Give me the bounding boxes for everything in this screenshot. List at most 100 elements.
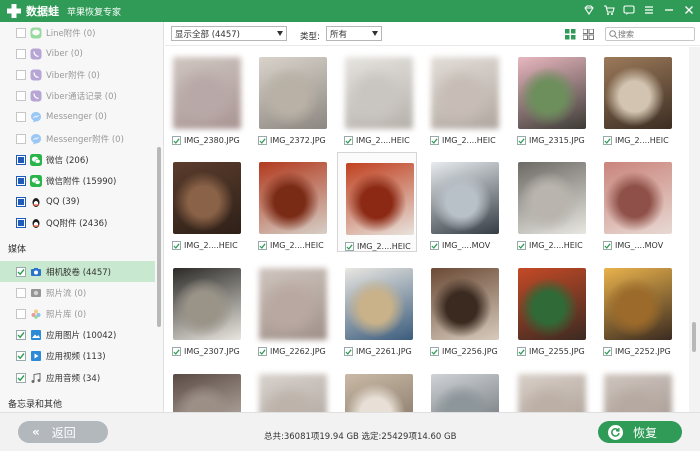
cart-icon[interactable]: [602, 3, 616, 17]
grid-scroll-track[interactable]: [689, 47, 700, 412]
photo-checkbox[interactable]: [345, 242, 354, 251]
sidebar-media-item-2[interactable]: 照片库 (0): [0, 303, 155, 324]
photo-thumbnail[interactable]: [431, 268, 499, 340]
photo-thumbnail[interactable]: [173, 57, 241, 129]
diamond-icon[interactable]: [582, 3, 596, 17]
photo-card[interactable]: [510, 364, 590, 412]
show-filter-dropdown[interactable]: 显示全部 (4457): [171, 26, 287, 41]
sidebar-checkbox[interactable]: [16, 330, 26, 341]
photo-thumbnail[interactable]: [518, 162, 586, 234]
sidebar-checkbox[interactable]: [16, 69, 26, 80]
photo-thumbnail[interactable]: [431, 374, 499, 412]
photo-thumbnail[interactable]: [518, 268, 586, 340]
photo-checkbox[interactable]: [172, 241, 181, 250]
photo-thumbnail[interactable]: [604, 268, 672, 340]
photo-checkbox[interactable]: [603, 136, 612, 145]
photo-thumbnail[interactable]: [431, 162, 499, 234]
sidebar-checkbox[interactable]: [16, 48, 26, 59]
photo-card[interactable]: IMG_2....HEIC: [423, 47, 503, 147]
sidebar-item-1[interactable]: Viber (0): [0, 43, 155, 64]
sidebar-checkbox[interactable]: [16, 91, 26, 102]
photo-checkbox[interactable]: [603, 347, 612, 356]
sidebar-checkbox[interactable]: [16, 218, 26, 229]
close-icon[interactable]: [682, 3, 696, 17]
photo-card[interactable]: IMG_2262.JPG: [251, 258, 331, 358]
photo-thumbnail[interactable]: [259, 268, 327, 340]
sidebar-checkbox[interactable]: [16, 197, 26, 208]
photo-card[interactable]: IMG_2....HEIC: [165, 152, 245, 252]
photo-card[interactable]: IMG_2255.JPG: [510, 258, 590, 358]
sidebar-checkbox[interactable]: [16, 372, 26, 383]
photo-thumbnail[interactable]: [345, 268, 413, 340]
photo-card[interactable]: IMG_2372.JPG: [251, 47, 331, 147]
photo-checkbox[interactable]: [344, 136, 353, 145]
sidebar-checkbox[interactable]: [16, 112, 26, 123]
photo-thumbnail[interactable]: [173, 162, 241, 234]
sidebar-media-item-4[interactable]: 应用视频 (113): [0, 346, 155, 367]
sidebar-item-3[interactable]: Viber通话记录 (0): [0, 86, 155, 107]
photo-thumbnail[interactable]: [518, 374, 586, 412]
photo-card[interactable]: IMG_2....HEIC: [337, 47, 417, 147]
photo-card[interactable]: IMG_2....HEIC: [596, 47, 676, 147]
search-box[interactable]: [605, 27, 695, 41]
photo-thumbnail[interactable]: [345, 374, 413, 412]
photo-checkbox[interactable]: [258, 241, 267, 250]
sidebar-checkbox[interactable]: [16, 266, 26, 277]
photo-checkbox[interactable]: [517, 241, 526, 250]
photo-checkbox[interactable]: [344, 347, 353, 356]
photo-thumbnail[interactable]: [604, 57, 672, 129]
grid-scrollbar-thumb[interactable]: [692, 322, 696, 352]
sidebar-media-item-0[interactable]: 相机胶卷 (4457): [0, 261, 155, 282]
photo-card[interactable]: IMG_2261.JPG: [337, 258, 417, 358]
photo-card[interactable]: IMG_2256.JPG: [423, 258, 503, 358]
minimize-icon[interactable]: [662, 3, 676, 17]
photo-checkbox[interactable]: [430, 241, 439, 250]
photo-card[interactable]: IMG_2315.JPG: [510, 47, 590, 147]
photo-checkbox[interactable]: [172, 347, 181, 356]
photo-card[interactable]: IMG_2307.JPG: [165, 258, 245, 358]
photo-checkbox[interactable]: [258, 347, 267, 356]
photo-thumbnail[interactable]: [173, 268, 241, 340]
photo-thumbnail[interactable]: [431, 57, 499, 129]
sidebar-media-item-3[interactable]: 应用图片 (10042): [0, 325, 155, 346]
sidebar-checkbox[interactable]: [16, 287, 26, 298]
sidebar-item-9[interactable]: QQ附件 (2436): [0, 213, 155, 234]
feedback-icon[interactable]: [622, 3, 636, 17]
sidebar-scrollbar[interactable]: [157, 147, 161, 327]
photo-checkbox[interactable]: [517, 136, 526, 145]
photo-checkbox[interactable]: [430, 136, 439, 145]
photo-thumbnail[interactable]: [346, 163, 414, 235]
photo-card[interactable]: IMG_....MOV: [423, 152, 503, 252]
sidebar-checkbox[interactable]: [16, 175, 26, 186]
photo-checkbox[interactable]: [258, 136, 267, 145]
photo-card[interactable]: [423, 364, 503, 412]
type-dropdown[interactable]: 所有: [326, 26, 382, 41]
sidebar-item-4[interactable]: Messenger (0): [0, 107, 155, 128]
sidebar-item-0[interactable]: Line附件 (0): [0, 22, 155, 43]
photo-card[interactable]: [596, 364, 676, 412]
sidebar-checkbox[interactable]: [16, 351, 26, 362]
sidebar-checkbox[interactable]: [16, 133, 26, 144]
sidebar-item-8[interactable]: QQ (39): [0, 192, 155, 213]
menu-icon[interactable]: [642, 3, 656, 17]
search-input[interactable]: [618, 29, 692, 39]
photo-checkbox[interactable]: [172, 136, 181, 145]
photo-thumbnail[interactable]: [604, 162, 672, 234]
sidebar-item-7[interactable]: 微信附件 (15990): [0, 170, 155, 191]
sidebar-item-5[interactable]: Messenger附件 (0): [0, 128, 155, 149]
photo-checkbox[interactable]: [603, 241, 612, 250]
sidebar-item-6[interactable]: 微信 (206): [0, 149, 155, 170]
photo-checkbox[interactable]: [517, 347, 526, 356]
photo-card[interactable]: IMG_2....HEIC: [510, 152, 590, 252]
photo-thumbnail[interactable]: [259, 162, 327, 234]
photo-card[interactable]: [165, 364, 245, 412]
photo-card[interactable]: IMG_2252.JPG: [596, 258, 676, 358]
photo-card[interactable]: [251, 364, 331, 412]
list-view-icon[interactable]: [581, 27, 595, 41]
photo-card[interactable]: IMG_2380.JPG: [165, 47, 245, 147]
sidebar-media-item-5[interactable]: 应用音频 (34): [0, 367, 155, 388]
sidebar-media-item-1[interactable]: 照片流 (0): [0, 282, 155, 303]
sidebar-checkbox[interactable]: [16, 308, 26, 319]
photo-thumbnail[interactable]: [259, 57, 327, 129]
photo-thumbnail[interactable]: [259, 374, 327, 412]
